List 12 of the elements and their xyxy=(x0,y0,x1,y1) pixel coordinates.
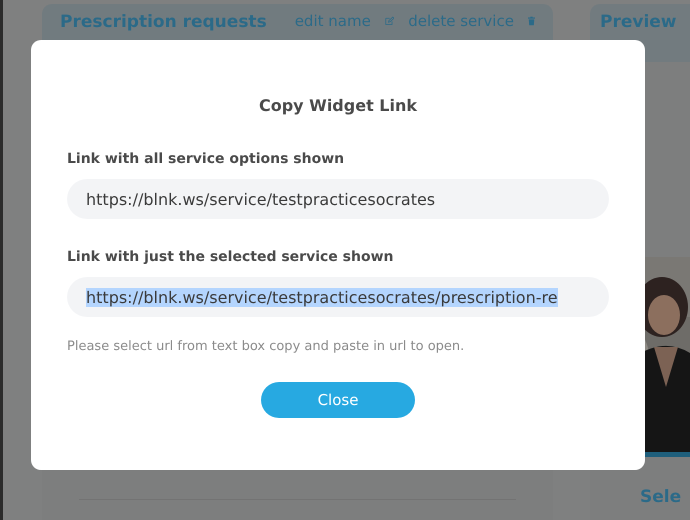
dialog-title: Copy Widget Link xyxy=(258,96,418,115)
service-title: Prescription requests xyxy=(60,12,267,32)
edit-name-link[interactable]: edit name xyxy=(294,12,371,30)
close-button[interactable]: Close xyxy=(261,382,415,418)
field-label: Link with just the selected service shown xyxy=(67,249,394,265)
link-field[interactable]: https://blnk.ws/service/testpracticesocrates xyxy=(67,179,609,219)
delete-service-link[interactable]: delete service xyxy=(408,12,514,30)
section-heading: Sele xyxy=(639,487,682,507)
field-label: Link with all service options shown xyxy=(67,151,346,167)
preview-title: Preview xyxy=(600,12,677,32)
hint-text: Please select url from text box copy and paste in url to open. xyxy=(67,339,466,354)
link-field[interactable]: https://blnk.ws/service/testpracticesocrates/prescription-re xyxy=(67,277,609,317)
